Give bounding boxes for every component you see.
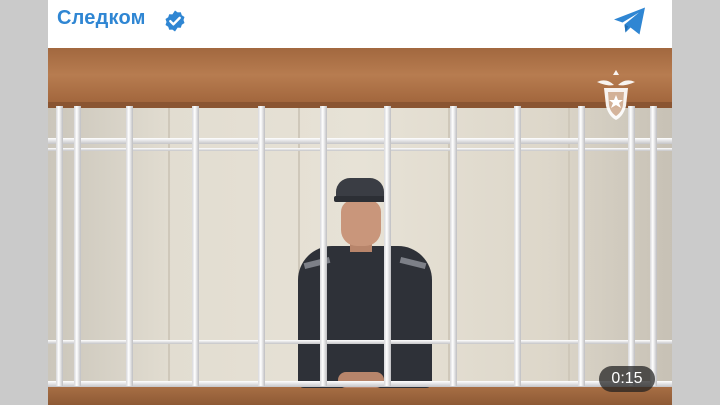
cage-bar [74,106,81,386]
telegram-icon[interactable] [612,5,648,37]
defendant-figure [292,176,438,388]
cage-bar [450,106,457,386]
post-card: Следком 0:15 [48,0,672,405]
cage-bar [650,106,657,386]
cage-bar [126,106,133,386]
wall-seam [568,108,570,398]
wood-wall-panel [48,48,672,108]
post-header: Следком [48,0,672,46]
cage-bar [56,106,63,386]
right-margin [672,0,720,405]
cage-bar [578,106,585,386]
face [341,200,381,246]
video-duration-badge: 0:15 [599,366,655,392]
channel-name[interactable]: Следком [57,7,146,30]
left-margin [0,0,48,405]
verified-badge-icon [165,10,185,32]
wall-seam [168,108,170,398]
cage-bar [628,106,635,386]
cage-bar [514,106,521,386]
cage-bar [258,106,265,386]
cage-bar [384,106,391,386]
cage-bar [320,106,327,386]
prison-uniform [298,246,432,388]
video-player[interactable]: 0:15 [48,48,672,405]
wood-floor-rail [48,386,672,405]
cap-brim [334,196,386,202]
cage-bar [192,106,199,386]
